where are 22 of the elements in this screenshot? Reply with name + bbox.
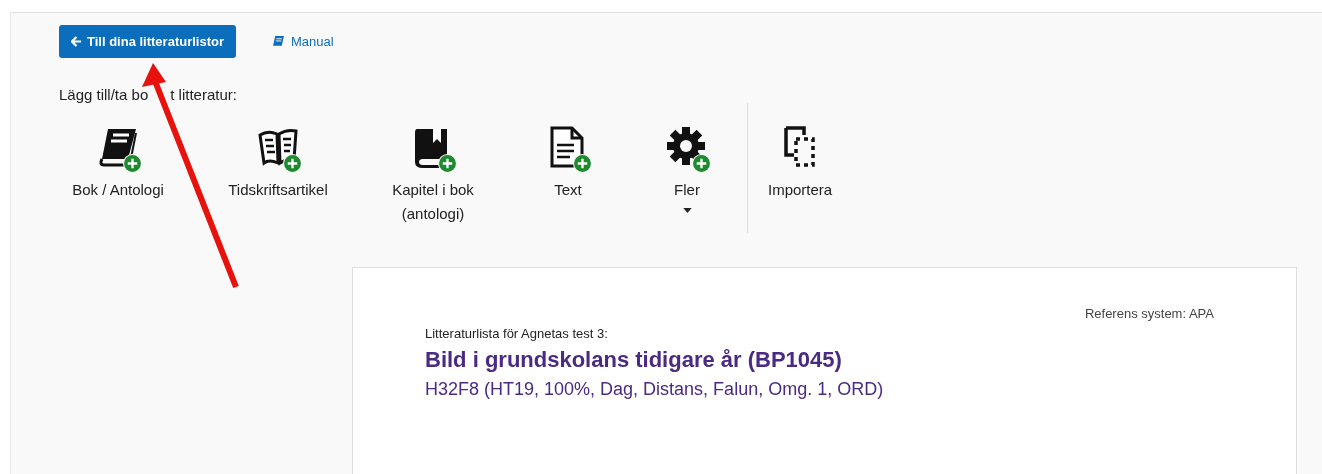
toolbar-label: Lägg till/ta bo — [59, 86, 149, 103]
toolbar-button[interactable]: Text — [513, 115, 623, 202]
arrow-left-icon — [71, 36, 82, 47]
course-title: Bild i grundskolans tidigare år (BP1045) — [425, 347, 843, 373]
reference-system: Referens system: APA — [1084, 306, 1214, 321]
toolbar-button[interactable]: Importera — [747, 103, 849, 233]
plus-badge-icon — [283, 154, 302, 173]
plus-badge-icon — [573, 154, 592, 173]
toolbar-button[interactable]: Bok / Antologi — [43, 115, 193, 202]
plus-badge-icon — [692, 154, 711, 173]
toolbar-button[interactable]: Tidskriftsartikel — [193, 115, 363, 202]
toolbar-button[interactable]: Fler — [627, 115, 747, 213]
toolbar-label: t litteratur: — [170, 86, 237, 103]
caret-icon — [682, 208, 692, 213]
toolbar-button[interactable]: Kapitel i bok (antologi) — [363, 115, 503, 226]
plus-badge-icon — [438, 154, 457, 173]
list-caption: Litteraturlista för Agnetas test 3: — [425, 326, 609, 341]
manual-link[interactable]: Manual — [272, 34, 334, 49]
course-details: H32F8 (HT19, 100%, Dag, Distans, Falun, Omg. 1, ORD) — [425, 379, 885, 400]
book-icon — [272, 35, 285, 48]
back-button[interactable]: Till dina litteraturlistor — [59, 25, 236, 58]
plus-badge-icon — [123, 154, 142, 173]
